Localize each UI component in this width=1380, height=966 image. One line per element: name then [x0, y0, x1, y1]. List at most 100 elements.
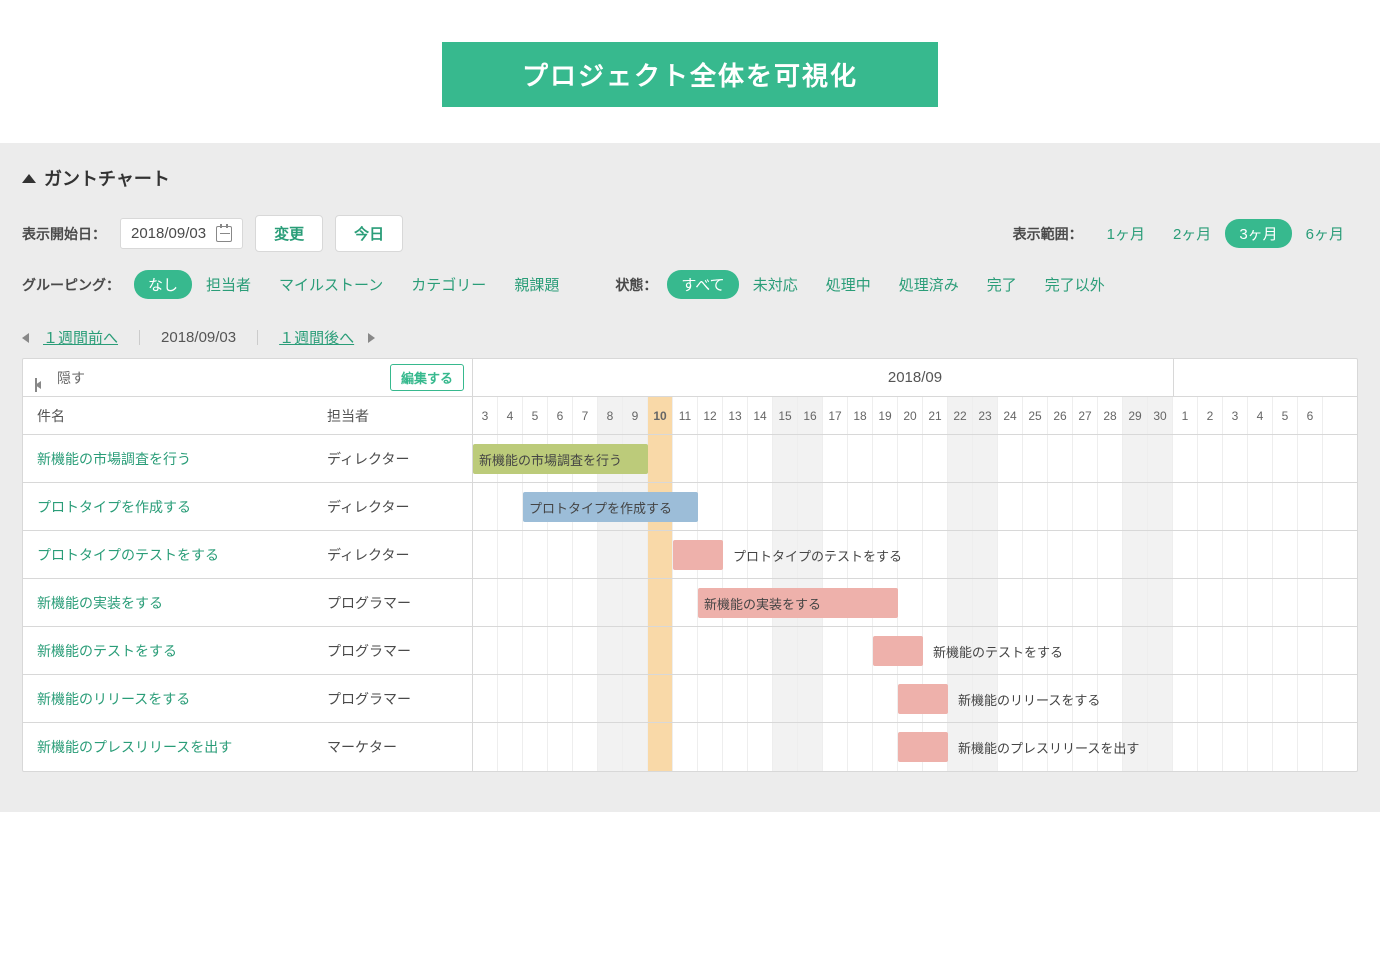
prev-week-link[interactable]: １週間前へ: [43, 327, 118, 348]
timeline-row: 新機能のプレスリリースを出す: [473, 723, 1357, 771]
task-assignee: プログラマー: [323, 641, 472, 661]
task-row: プロトタイプのテストをする ディレクター: [23, 531, 472, 579]
gantt-bar-label: 新機能のリリースをする: [952, 684, 1100, 714]
day-cell: 10: [648, 397, 673, 434]
task-subject-link[interactable]: 新機能のリリースをする: [37, 691, 190, 707]
timeline-row: プロトタイプを作成する: [473, 483, 1357, 531]
timeline-month-header: 2018/09: [473, 359, 1357, 397]
range-option-0[interactable]: 1ヶ月: [1093, 219, 1159, 248]
hero-banner: プロジェクト全体を可視化: [442, 42, 938, 107]
day-cell: 4: [1248, 397, 1273, 434]
gantt-chart: 隠す 編集する 件名 担当者 新機能の市場調査を行うディレクタープロトタイプを作…: [22, 358, 1358, 772]
gantt-bar-label: 新機能のテストをする: [927, 636, 1063, 666]
timeline-row: 新機能の実装をする: [473, 579, 1357, 627]
day-cell: 2: [1198, 397, 1223, 434]
day-cell: 24: [998, 397, 1023, 434]
day-cell: 27: [1073, 397, 1098, 434]
task-row: 新機能のプレスリリースを出す マーケター: [23, 723, 472, 771]
task-subject-link[interactable]: 新機能の実装をする: [37, 595, 163, 611]
day-cell: 26: [1048, 397, 1073, 434]
gantt-bar[interactable]: プロトタイプを作成する: [523, 492, 698, 522]
task-row: 新機能の実装をするプログラマー: [23, 579, 472, 627]
gantt-bar-label: 新機能のプレスリリースを出す: [952, 732, 1139, 762]
grouping-option-3[interactable]: カテゴリー: [397, 270, 500, 299]
day-cell: 1: [1173, 397, 1198, 434]
task-subject-link[interactable]: プロトタイプを作成する: [37, 499, 191, 515]
day-cell: 4: [498, 397, 523, 434]
day-cell: 17: [823, 397, 848, 434]
gantt-bar[interactable]: [898, 732, 948, 762]
range-label: 表示範囲：: [1013, 224, 1083, 244]
task-subject-link[interactable]: 新機能のテストをする: [37, 643, 177, 659]
edit-button[interactable]: 編集する: [390, 364, 464, 391]
day-cell: 6: [1298, 397, 1323, 434]
task-assignee: マーケター: [323, 737, 472, 757]
status-option-2[interactable]: 処理中: [812, 270, 885, 299]
grouping-label: グルーピング：: [22, 275, 120, 295]
today-button[interactable]: 今日: [335, 215, 403, 252]
grouping-option-2[interactable]: マイルストーン: [265, 270, 397, 299]
section-title: ガントチャート: [44, 165, 170, 191]
gantt-bar[interactable]: 新機能の実装をする: [698, 588, 898, 618]
day-cell: 5: [523, 397, 548, 434]
section-header[interactable]: ガントチャート: [22, 165, 1358, 191]
column-header-assignee: 担当者: [323, 406, 472, 426]
next-week-link[interactable]: １週間後へ: [279, 327, 354, 348]
range-option-1[interactable]: 2ヶ月: [1159, 219, 1225, 248]
timeline-row: 新機能のリリースをする: [473, 675, 1357, 723]
nav-current-date: 2018/09/03: [161, 329, 236, 346]
date-input[interactable]: 2018/09/03: [120, 218, 243, 249]
task-subject-link[interactable]: 新機能の市場調査を行う: [37, 451, 191, 467]
range-option-2[interactable]: 3ヶ月: [1225, 219, 1291, 248]
task-row: 新機能のテストをする プログラマー: [23, 627, 472, 675]
date-label: 表示開始日：: [22, 224, 106, 244]
gantt-bar[interactable]: [898, 684, 948, 714]
gantt-bar-label: プロトタイプのテストをする: [727, 540, 902, 570]
day-cell: 8: [598, 397, 623, 434]
timeline-row: 新機能の市場調査を行う: [473, 435, 1357, 483]
column-header-subject: 件名: [23, 406, 323, 426]
gantt-bar[interactable]: [873, 636, 923, 666]
task-assignee: ディレクター: [323, 449, 472, 469]
day-cell: 29: [1123, 397, 1148, 434]
status-option-1[interactable]: 未対応: [739, 270, 812, 299]
task-assignee: ディレクター: [323, 497, 472, 517]
status-option-0[interactable]: すべて: [667, 270, 738, 299]
task-row: 新機能のリリースをするプログラマー: [23, 675, 472, 723]
chevron-up-icon: [22, 174, 36, 183]
gantt-bar[interactable]: [673, 540, 723, 570]
hide-label: 隠す: [57, 368, 85, 388]
status-option-4[interactable]: 完了: [973, 270, 1031, 299]
date-value: 2018/09/03: [131, 225, 206, 242]
day-cell: 19: [873, 397, 898, 434]
day-cell: 7: [573, 397, 598, 434]
task-subject-link[interactable]: プロトタイプのテストをする: [37, 547, 219, 563]
grouping-option-0[interactable]: なし: [134, 270, 192, 299]
day-cell: 3: [1223, 397, 1248, 434]
nav-separator: ｜: [132, 327, 147, 348]
day-cell: 12: [698, 397, 723, 434]
day-cell: 22: [948, 397, 973, 434]
day-cell: 15: [773, 397, 798, 434]
nav-separator: ｜: [250, 327, 265, 348]
day-cell: 13: [723, 397, 748, 434]
hide-columns-button[interactable]: 隠す: [35, 368, 85, 388]
task-row: プロトタイプを作成する ディレクター: [23, 483, 472, 531]
day-cell: 25: [1023, 397, 1048, 434]
day-cell: 30: [1148, 397, 1173, 434]
grouping-option-1[interactable]: 担当者: [192, 270, 265, 299]
gantt-bar[interactable]: 新機能の市場調査を行う: [473, 444, 648, 474]
day-cell: 14: [748, 397, 773, 434]
day-cell: 3: [473, 397, 498, 434]
change-button[interactable]: 変更: [255, 215, 323, 252]
day-cell: 9: [623, 397, 648, 434]
range-option-3[interactable]: 6ヶ月: [1292, 219, 1358, 248]
task-subject-link[interactable]: 新機能のプレスリリースを出す: [37, 739, 232, 755]
grouping-option-4[interactable]: 親課題: [500, 270, 573, 299]
day-cell: 20: [898, 397, 923, 434]
task-assignee: ディレクター: [323, 545, 472, 565]
day-cell: 28: [1098, 397, 1123, 434]
status-option-3[interactable]: 処理済み: [885, 270, 973, 299]
status-label: 状態：: [615, 275, 657, 295]
status-option-5[interactable]: 完了以外: [1031, 270, 1119, 299]
